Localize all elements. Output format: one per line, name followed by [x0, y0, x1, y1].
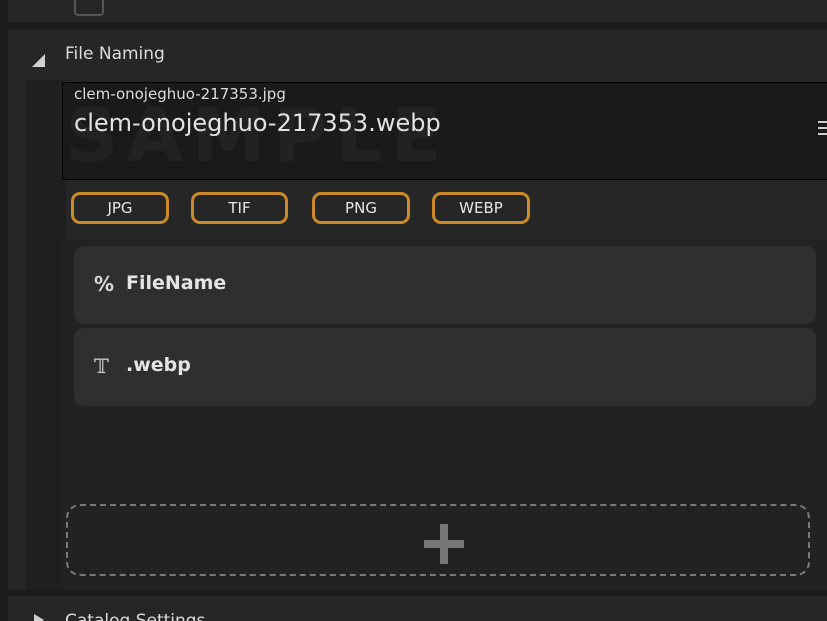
previous-section-header[interactable] — [8, 0, 827, 23]
expand-triangle-icon[interactable] — [32, 54, 45, 67]
source-filename: clem-onojeghuo-217353.jpg — [74, 85, 286, 103]
export-settings-pane: File Naming SAMPLE clem-onojeghuo-217353… — [0, 0, 827, 621]
catalog-settings-title: Catalog Settings — [65, 611, 206, 621]
token-extension-text[interactable]: 𝕋 .webp — [74, 328, 816, 406]
panel-title: File Naming — [65, 44, 165, 64]
result-filename: clem-onojeghuo-217353.webp — [74, 109, 441, 137]
percent-icon: % — [94, 272, 115, 296]
ext-jpg-button[interactable]: JPG — [71, 192, 169, 224]
file-naming-header[interactable]: File Naming — [8, 30, 827, 80]
checkbox-icon[interactable] — [74, 0, 104, 16]
ext-tif-button[interactable]: TIF — [191, 192, 288, 224]
token-label: FileName — [126, 272, 227, 294]
collapse-triangle-icon[interactable] — [34, 614, 44, 621]
token-filename[interactable]: % FileName — [74, 246, 816, 324]
plus-icon-vertical — [440, 524, 448, 564]
add-token-button[interactable] — [66, 504, 810, 576]
token-label: .webp — [126, 354, 191, 376]
filename-preview: SAMPLE clem-onojeghuo-217353.jpg clem-on… — [62, 82, 827, 180]
panel-gutter — [26, 80, 66, 590]
catalog-settings-header[interactable]: Catalog Settings — [8, 596, 827, 621]
hamburger-menu-icon[interactable] — [818, 121, 827, 135]
ext-png-button[interactable]: PNG — [312, 192, 410, 224]
text-icon: 𝕋 — [94, 354, 109, 378]
ext-webp-button[interactable]: WEBP — [432, 192, 530, 224]
